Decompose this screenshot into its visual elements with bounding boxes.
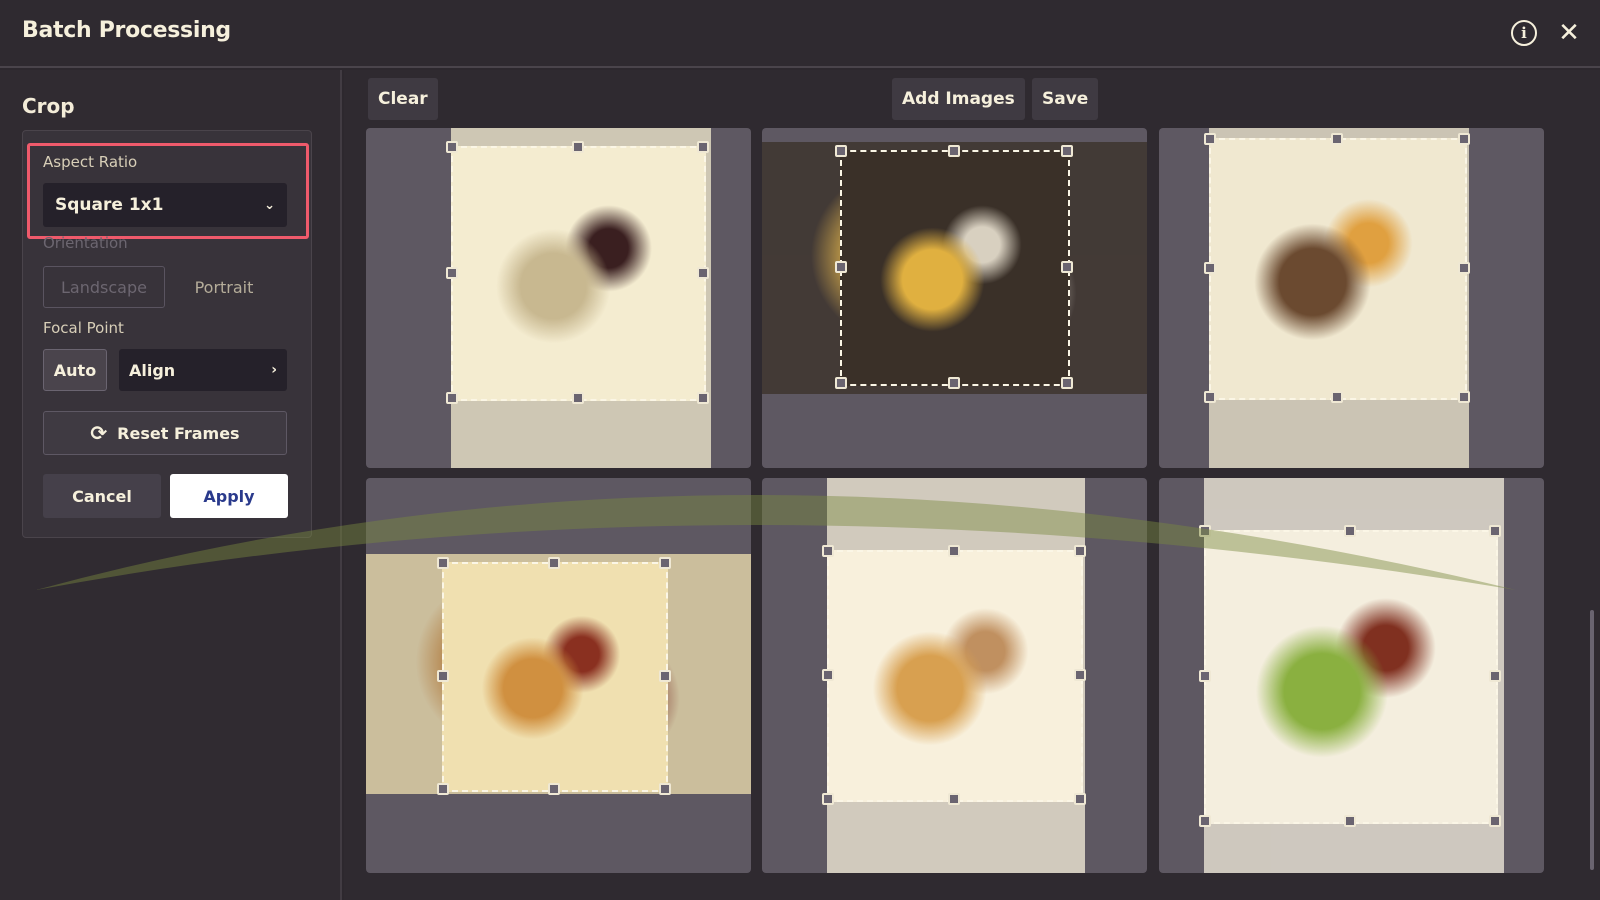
crop-handle[interactable] [437, 783, 449, 795]
crop-handle[interactable] [822, 793, 834, 805]
chevron-right-icon: › [271, 362, 277, 378]
scrollbar[interactable] [1590, 610, 1594, 870]
crop-handle[interactable] [835, 145, 847, 157]
aspect-ratio-value: Square 1x1 [55, 195, 164, 215]
crop-handle[interactable] [1458, 133, 1470, 145]
focal-align-button[interactable]: Align › [119, 349, 287, 391]
crop-handle[interactable] [1331, 391, 1343, 403]
crop-handle[interactable] [1489, 815, 1501, 827]
align-label: Align [129, 360, 176, 380]
focal-auto-button[interactable]: Auto [43, 349, 107, 391]
crop-handle[interactable] [1061, 377, 1073, 389]
crop-handle[interactable] [1074, 545, 1086, 557]
image-workspace: Clear Add Images Save [344, 70, 1600, 900]
portrait-button[interactable]: Portrait [173, 266, 275, 308]
crop-frame[interactable] [1204, 133, 1470, 403]
orientation-label: Orientation [43, 234, 128, 252]
clear-button[interactable]: Clear [368, 78, 438, 120]
info-icon[interactable]: i [1511, 20, 1537, 46]
crop-handle[interactable] [446, 266, 458, 279]
crop-frame[interactable] [835, 145, 1073, 389]
crop-sidebar: Crop Aspect Ratio Square 1x1 ⌄ Orientati… [0, 70, 342, 900]
crop-frame[interactable] [437, 557, 671, 795]
crop-handle[interactable] [1458, 391, 1470, 403]
cancel-button[interactable]: Cancel [43, 474, 161, 518]
crop-handle[interactable] [571, 392, 584, 404]
crop-handle[interactable] [835, 261, 847, 273]
save-button[interactable]: Save [1032, 78, 1099, 120]
crop-handle[interactable] [1061, 261, 1073, 273]
image-cell[interactable] [366, 478, 751, 873]
crop-handle[interactable] [1199, 525, 1211, 537]
reset-frames-button[interactable]: ⟳ Reset Frames [43, 411, 287, 455]
crop-handle[interactable] [446, 141, 458, 153]
crop-handle[interactable] [1199, 670, 1211, 682]
crop-handle[interactable] [948, 377, 960, 389]
chevron-down-icon: ⌄ [264, 197, 275, 213]
image-cell[interactable] [762, 478, 1147, 873]
crop-handle[interactable] [1074, 793, 1086, 805]
crop-handle[interactable] [1074, 669, 1086, 681]
crop-handle[interactable] [948, 545, 960, 557]
image-cell[interactable] [1159, 128, 1544, 468]
crop-handle[interactable] [822, 669, 834, 681]
crop-handle[interactable] [548, 557, 560, 569]
crop-handle[interactable] [948, 145, 960, 157]
apply-button[interactable]: Apply [170, 474, 288, 518]
crop-frame[interactable] [1199, 525, 1501, 827]
crop-heading: Crop [22, 94, 75, 118]
crop-frame[interactable] [446, 141, 709, 404]
crop-handle[interactable] [659, 557, 671, 569]
crop-handle[interactable] [822, 545, 834, 557]
crop-handle[interactable] [548, 783, 560, 795]
crop-handle[interactable] [1344, 815, 1356, 827]
crop-handle[interactable] [948, 793, 960, 805]
crop-handle[interactable] [1489, 670, 1501, 682]
crop-handle[interactable] [697, 141, 709, 153]
landscape-button[interactable]: Landscape [43, 266, 165, 308]
crop-handle[interactable] [1061, 145, 1073, 157]
crop-handle[interactable] [1199, 815, 1211, 827]
crop-handle[interactable] [1344, 525, 1356, 537]
focal-point-label: Focal Point [43, 319, 124, 337]
crop-handle[interactable] [571, 141, 584, 153]
image-cell[interactable] [762, 128, 1147, 468]
crop-frame[interactable] [822, 545, 1086, 805]
crop-handle[interactable] [437, 557, 449, 569]
crop-handle[interactable] [437, 670, 449, 682]
crop-handle[interactable] [659, 670, 671, 682]
close-icon[interactable]: ✕ [1556, 18, 1582, 48]
aspect-ratio-select[interactable]: Square 1x1 ⌄ [43, 183, 287, 227]
image-cell[interactable] [366, 128, 751, 468]
crop-handle[interactable] [659, 783, 671, 795]
add-images-button[interactable]: Add Images [892, 78, 1025, 120]
crop-handle[interactable] [697, 392, 709, 404]
crop-handle[interactable] [1458, 262, 1470, 274]
image-cell[interactable] [1159, 478, 1544, 873]
refresh-icon: ⟳ [90, 421, 108, 445]
crop-handle[interactable] [1204, 133, 1216, 145]
title-bar: Batch Processing i ✕ [0, 0, 1600, 68]
reset-frames-label: Reset Frames [117, 423, 240, 443]
crop-handle[interactable] [446, 392, 458, 404]
crop-handle[interactable] [1204, 391, 1216, 403]
crop-handle[interactable] [1331, 133, 1343, 145]
crop-handle[interactable] [697, 266, 709, 279]
window-title: Batch Processing [22, 18, 231, 43]
crop-handle[interactable] [1204, 262, 1216, 274]
crop-handle[interactable] [835, 377, 847, 389]
aspect-ratio-label: Aspect Ratio [43, 153, 138, 171]
crop-handle[interactable] [1489, 525, 1501, 537]
crop-panel: Aspect Ratio Square 1x1 ⌄ Orientation La… [22, 130, 312, 538]
